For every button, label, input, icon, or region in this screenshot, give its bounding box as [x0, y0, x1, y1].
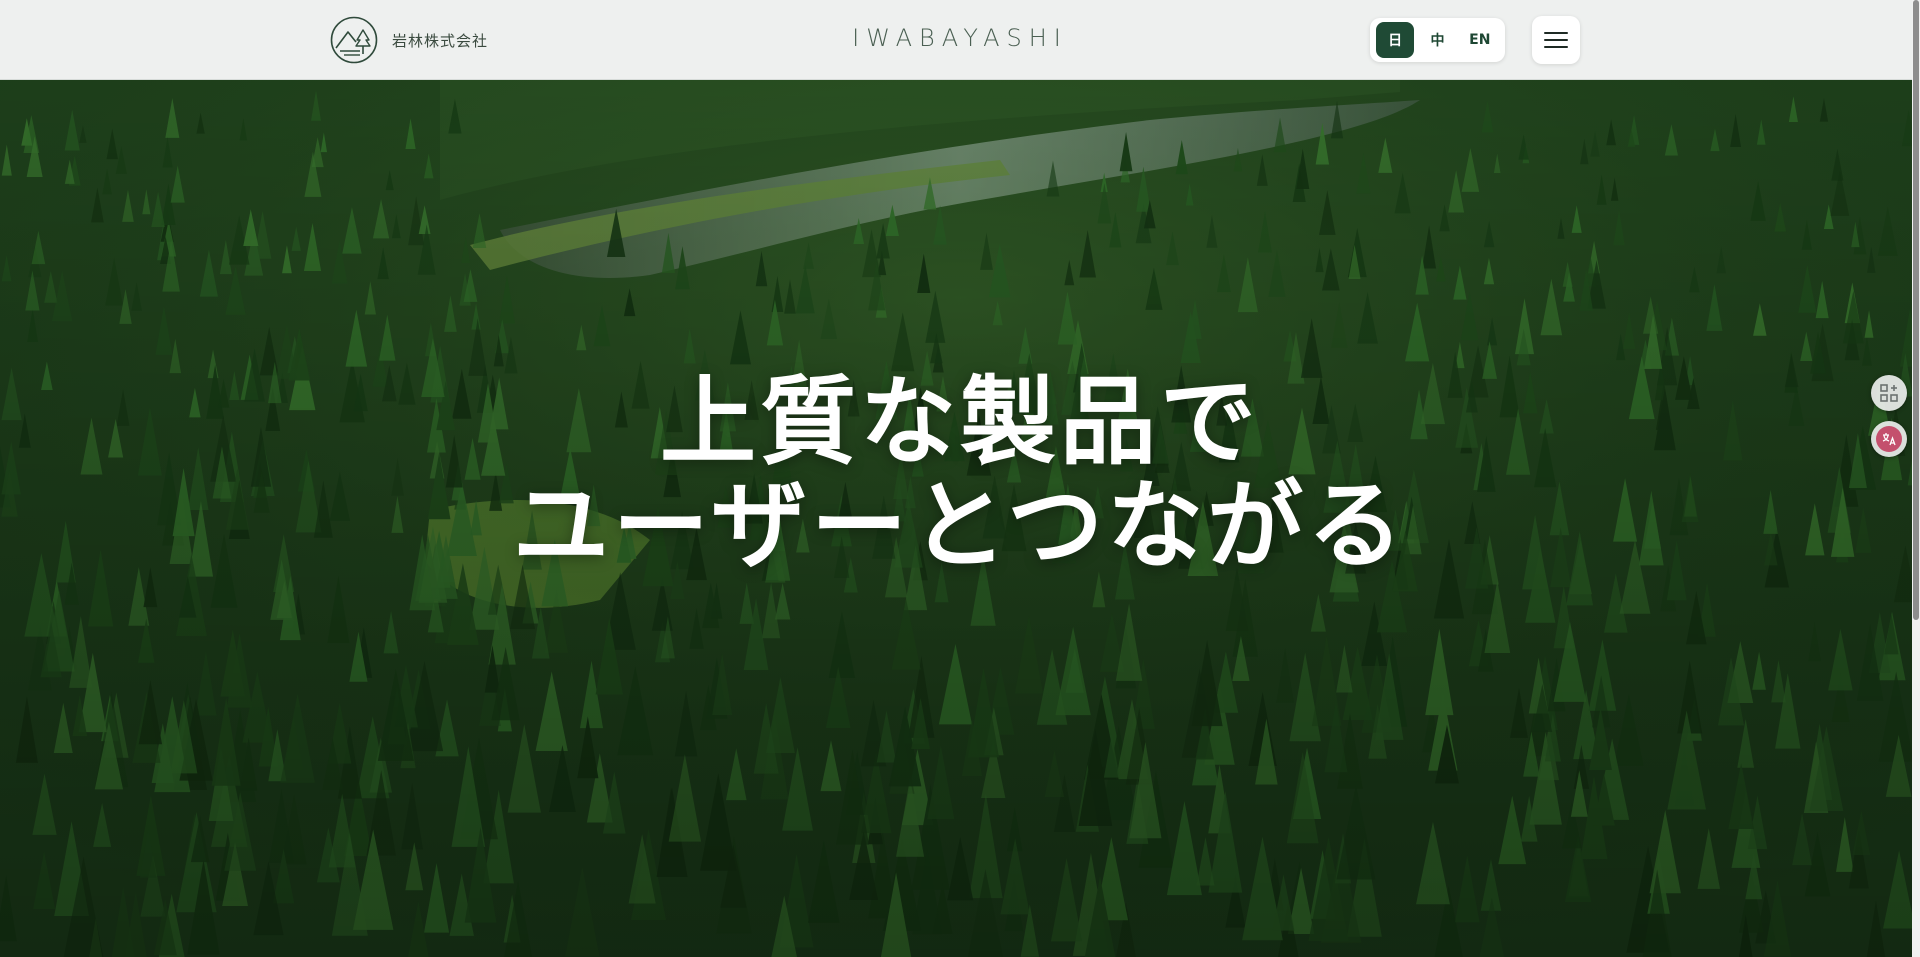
company-name: 岩林株式会社 [392, 31, 489, 50]
hero-headline-line2: ユーザーとつながる [512, 470, 1408, 582]
logo-link[interactable]: 岩林株式会社 [330, 16, 488, 64]
hamburger-menu-icon-bar [1544, 39, 1568, 41]
language-switcher: 日 中 EN [1370, 18, 1505, 62]
translate-widget-button[interactable] [1871, 421, 1907, 457]
hero-headline-line1: 上質な製品で [660, 366, 1260, 478]
hero-headline: 上質な製品で ユーザーとつながる [0, 370, 1920, 578]
scrollbar-thumb[interactable] [1913, 0, 1919, 620]
page: 岩林株式会社 IWABAYASHI 日 中 EN 上質な製品で ユーザーとつなが… [0, 0, 1920, 957]
menu-button[interactable] [1532, 16, 1580, 64]
lang-button-en[interactable]: EN [1461, 22, 1499, 58]
lang-button-zh[interactable]: 中 [1418, 22, 1456, 58]
page-scrollbar[interactable] [1912, 0, 1920, 957]
brand-wordmark-wrap: IWABAYASHI [0, 24, 1920, 52]
site-header: 岩林株式会社 IWABAYASHI 日 中 EN [0, 0, 1920, 80]
translate-badge [1876, 426, 1902, 452]
apps-add-widget-button[interactable] [1871, 375, 1907, 411]
hamburger-menu-icon [1544, 32, 1568, 34]
hamburger-menu-icon-bar [1544, 46, 1568, 48]
hero-section: 上質な製品で ユーザーとつながる [0, 80, 1920, 957]
translate-icon [1882, 433, 1896, 446]
lang-button-ja[interactable]: 日 [1376, 22, 1415, 58]
mountain-tree-logo-icon [330, 16, 378, 64]
brand-wordmark: IWABAYASHI [852, 24, 1068, 52]
apps-add-icon [1880, 384, 1898, 402]
